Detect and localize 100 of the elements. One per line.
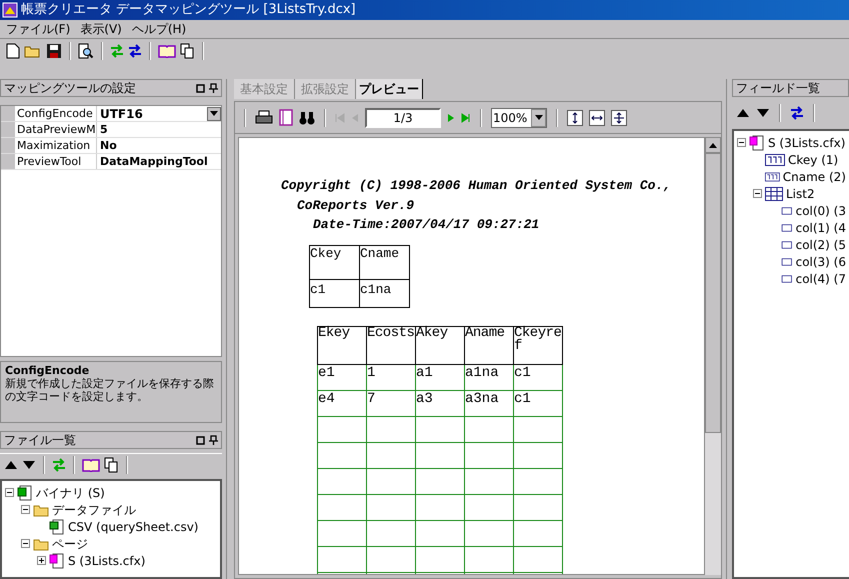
tree-item[interactable]: col(3) (6 [796,252,846,270]
tree-item[interactable]: CSV (querySheet.csv) [68,518,198,536]
page-setup-icon[interactable] [279,109,293,126]
csv-file-icon [49,518,65,534]
description-text: 新規で作成した設定ファイルを保存する際の文字コードを設定します。 [5,377,215,403]
book-icon[interactable] [82,458,100,472]
collapse-toggle[interactable] [737,138,746,147]
fit-width-icon[interactable] [589,110,605,126]
table-header-cell: Aname [464,326,514,364]
pin-icon[interactable] [209,435,218,445]
tree-item[interactable]: col(1) (4 [796,218,846,236]
fit-page-icon[interactable] [611,110,627,126]
table-cell: c1na [360,279,410,307]
table-header-cell: Akey [416,326,464,364]
table-cell: a1 [416,364,464,390]
preview-icon[interactable] [78,42,94,58]
move-down-icon[interactable] [756,108,770,118]
tree-item[interactable]: S (3Lists.cfx) [68,552,146,570]
collapse-toggle[interactable] [5,488,14,497]
column-icon [781,204,793,216]
restore-icon[interactable] [196,84,205,92]
number-field-icon [765,154,785,166]
report-text: Copyright (C) 1998-2006 Human Oriented System Co., [281,177,672,195]
number-field-icon [765,170,780,182]
collapse-toggle[interactable] [21,539,30,548]
tree-item[interactable]: List2 [786,184,815,202]
table-cell: e4 [318,390,366,416]
table-header-cell: Ckey [310,245,360,279]
grid-icon [765,186,783,200]
property-name: Maximization [15,138,97,153]
restore-icon[interactable] [196,436,205,444]
table-header-cell: Ckeyref [514,326,562,364]
expand-toggle[interactable] [37,556,46,565]
table-cell: c1 [514,364,562,390]
move-up-icon[interactable] [4,460,18,470]
vertical-scrollbar[interactable] [705,137,721,575]
app-icon [2,2,18,18]
tree-item[interactable]: col(2) (5 [796,236,846,254]
print-icon[interactable] [255,110,273,126]
collapse-toggle[interactable] [753,189,762,198]
tree-item[interactable]: ページ [52,534,88,552]
column-icon [781,222,793,234]
dropdown-arrow-icon[interactable] [210,111,218,116]
row-header [1,138,15,153]
menu-item[interactable]: 表示(V) [80,20,122,38]
copy-icon[interactable] [104,456,119,472]
page-file-icon [49,552,65,568]
folder-icon [33,502,49,516]
row-header [1,122,15,137]
zoom-dropdown[interactable]: 100% [491,108,547,128]
dropdown-arrow-icon[interactable] [534,115,542,120]
menu-item[interactable]: ヘルプ(H) [132,20,186,38]
swap-arrows-icon[interactable] [790,106,804,120]
panel-title: ファイル一覧 [4,432,76,449]
new-document-icon[interactable] [6,42,20,58]
property-name: DataPreviewM [15,122,97,137]
copy-icon[interactable] [180,42,195,58]
property-name: ConfigEncode [15,106,97,121]
swap-arrows-icon[interactable] [128,44,142,58]
fit-height-icon[interactable] [567,110,583,126]
tree-item[interactable]: データファイル [52,500,136,518]
binary-file-icon [17,484,33,500]
table-cell: c1 [514,390,562,416]
tree-item[interactable]: col(0) (3 [796,202,846,220]
panel-title: マッピングツールの設定 [4,80,136,97]
table-cell: a3na [464,390,514,416]
table-header-cell: Cname [360,245,410,279]
window-title: 帳票クリエータ データマッピングツール [3ListsTry.dcx] [21,1,356,20]
tree-item[interactable]: S (3Lists.cfx) [768,134,846,152]
tree-item[interactable]: バイナリ (S) [36,484,105,502]
property-value[interactable]: No [97,138,221,153]
column-icon [781,256,793,268]
binoculars-icon[interactable] [299,110,315,124]
move-up-icon[interactable] [736,108,750,118]
scroll-up-icon[interactable] [709,142,717,148]
table-cell: c1 [310,279,360,307]
tree-item[interactable]: Cname (2) [782,168,846,186]
property-dropdown[interactable]: UTF16 [97,106,221,121]
table-cell: a1na [464,364,514,390]
table-cell: 1 [366,364,416,390]
page-file-icon [749,134,765,150]
tree-item[interactable]: col(4) (7 [796,270,846,288]
panel-title: フィールド一覧 [736,80,820,97]
column-icon [781,272,793,284]
column-icon [781,238,793,250]
collapse-toggle[interactable] [21,505,30,514]
table-header-cell: Ekey [318,326,366,364]
table-cell: e1 [318,364,366,390]
book-icon[interactable] [158,44,176,58]
move-down-icon[interactable] [22,460,36,470]
menu-item[interactable]: ファイル(F) [6,20,70,38]
property-value[interactable]: DataMappingTool [97,154,221,169]
tree-item[interactable]: Ckey (1) [788,150,838,168]
tab[interactable]: プレビュー [356,79,423,99]
pin-icon[interactable] [209,83,218,93]
property-name: PreviewTool [15,154,97,169]
description-title: ConfigEncode [5,364,90,377]
page-number-field[interactable]: 1/3 [365,108,441,128]
property-value[interactable]: 5 [97,122,221,137]
save-icon[interactable] [46,42,62,58]
